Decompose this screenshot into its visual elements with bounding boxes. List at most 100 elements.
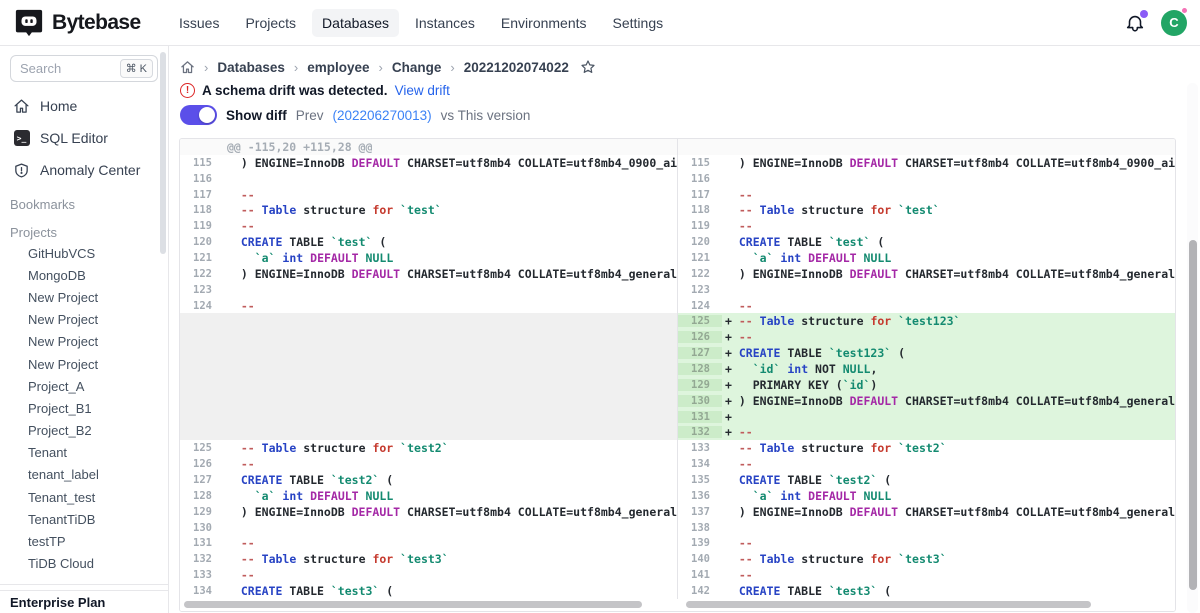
code-token: structure xyxy=(794,441,870,455)
sidebar-item-project[interactable]: New Project xyxy=(0,353,168,375)
code-line: CREATE TABLE `test2` ( xyxy=(224,473,677,487)
sidebar-item-project[interactable]: Project_A xyxy=(0,375,168,397)
code-token xyxy=(857,251,864,265)
bytebase-logo[interactable]: Bytebase xyxy=(0,8,163,38)
sidebar-item-project[interactable]: New Project xyxy=(0,331,168,353)
sidebar-item-sql-editor[interactable]: >_ SQL Editor xyxy=(0,122,168,154)
code-token xyxy=(227,251,255,265)
sidebar-item-project[interactable]: Tenant xyxy=(0,442,168,464)
drift-warning-icon: ! xyxy=(180,83,195,98)
code-token: Table xyxy=(262,203,297,217)
right-pane-hscroll-thumb[interactable] xyxy=(686,601,1092,608)
code-token: -- xyxy=(241,203,255,217)
diff-row: 116 xyxy=(180,171,677,187)
line-number: 125 xyxy=(180,442,224,454)
code-token: ( xyxy=(379,473,393,487)
code-token: `test2` xyxy=(400,441,448,455)
sidebar-item-project[interactable]: GitHubVCS xyxy=(0,242,168,264)
sidebar-item-anomaly-center[interactable]: Anomaly Center xyxy=(0,154,168,186)
star-icon[interactable] xyxy=(580,59,596,75)
breadcrumb-item[interactable]: 20221202074022 xyxy=(464,60,569,75)
sidebar-scrollbar-thumb[interactable] xyxy=(160,52,166,254)
diff-row: 115 ) ENGINE=InnoDB DEFAULT CHARSET=utf8… xyxy=(678,155,1175,171)
search-input[interactable] xyxy=(20,61,120,76)
sidebar-item-project[interactable]: Project_B1 xyxy=(0,397,168,419)
breadcrumb-home-icon[interactable] xyxy=(180,60,195,75)
code-token: ) ENGINE=InnoDB xyxy=(227,505,352,519)
vs-label: vs This version xyxy=(441,108,531,123)
sidebar-item-project[interactable]: Tenant_test xyxy=(0,486,168,508)
code-token: `a` xyxy=(753,251,774,265)
nav-item-instances[interactable]: Instances xyxy=(405,9,485,37)
sidebar-item-project[interactable]: testTP xyxy=(0,530,168,552)
page-scrollbar-thumb[interactable] xyxy=(1189,240,1197,590)
code-token: DEFAULT xyxy=(850,156,898,170)
code-token: CHARSET=utf8mb4 COLLATE=utf8mb4_0900_ai_… xyxy=(400,156,677,170)
code-token: Table xyxy=(262,441,297,455)
sidebar-item-home[interactable]: Home xyxy=(0,90,168,122)
line-number: 130 xyxy=(678,395,722,407)
avatar[interactable]: C xyxy=(1161,10,1187,36)
sidebar-section-projects[interactable]: Projects xyxy=(0,223,168,242)
nav-item-projects[interactable]: Projects xyxy=(235,9,306,37)
sidebar-item-project[interactable]: Project_B2 xyxy=(0,420,168,442)
nav-item-settings[interactable]: Settings xyxy=(603,9,674,37)
code-token: + ) ENGINE=InnoDB xyxy=(725,394,850,408)
breadcrumb-item[interactable]: employee xyxy=(307,60,369,75)
prev-version-link[interactable]: (202206270013) xyxy=(333,108,432,123)
sidebar-item-label: Home xyxy=(40,98,77,114)
view-drift-link[interactable]: View drift xyxy=(395,83,450,98)
code-token: Table xyxy=(262,552,297,566)
show-diff-toggle[interactable] xyxy=(180,105,217,125)
code-line: -- Table structure for `test3` xyxy=(722,552,1175,566)
diff-row: 136 `a` int DEFAULT NULL xyxy=(678,488,1175,504)
nav-item-databases[interactable]: Databases xyxy=(312,9,399,37)
code-token: -- xyxy=(739,552,753,566)
code-token: structure xyxy=(794,314,870,328)
code-token: `a` xyxy=(255,489,276,503)
sidebar-item-project[interactable]: MongoDB xyxy=(0,264,168,286)
hunk-header-row: @@ -115,20 +115,28 @@ xyxy=(180,139,677,155)
code-token xyxy=(227,299,241,313)
sidebar-section-bookmarks[interactable]: Bookmarks xyxy=(0,195,168,214)
code-token: CHARSET=utf8mb4 COLLATE=utf8mb4_general_… xyxy=(898,505,1175,519)
code-token xyxy=(725,219,739,233)
breadcrumb-item[interactable]: Change xyxy=(392,60,442,75)
sidebar-item-project[interactable]: TenantTiDB xyxy=(0,508,168,530)
prev-label: Prev xyxy=(296,108,324,123)
code-token: -- xyxy=(241,441,255,455)
diff-row: 138 xyxy=(678,520,1175,536)
line-number: 138 xyxy=(678,522,722,534)
breadcrumb-item[interactable]: Databases xyxy=(217,60,285,75)
line-number: 124 xyxy=(180,300,224,312)
code-token xyxy=(725,235,739,249)
line-number: 120 xyxy=(180,236,224,248)
sidebar-item-project[interactable]: TiDB Cloud xyxy=(0,553,168,575)
code-line: -- xyxy=(722,188,1175,202)
sidebar-item-project[interactable]: New Project xyxy=(0,309,168,331)
search-box[interactable]: ⌘ K xyxy=(10,55,158,82)
code-line: -- xyxy=(224,536,677,550)
code-token: TABLE xyxy=(780,235,828,249)
code-token: for xyxy=(372,552,393,566)
left-pane-hscroll-thumb[interactable] xyxy=(184,601,642,608)
code-line: + -- xyxy=(722,425,1175,439)
code-token: DEFAULT xyxy=(310,251,358,265)
toggle-knob xyxy=(199,107,215,123)
nav-item-environments[interactable]: Environments xyxy=(491,9,597,37)
code-token xyxy=(753,552,760,566)
sidebar-item-project[interactable]: tenant_label xyxy=(0,464,168,486)
sidebar-item-project[interactable]: New Project xyxy=(0,286,168,308)
code-line: CREATE TABLE `test` ( xyxy=(722,235,1175,249)
diff-row: 133 -- xyxy=(180,567,677,583)
code-token: DEFAULT xyxy=(850,394,898,408)
line-number: 131 xyxy=(678,411,722,423)
code-token xyxy=(255,203,262,217)
filler-row xyxy=(180,393,677,409)
diff-row: 137 ) ENGINE=InnoDB DEFAULT CHARSET=utf8… xyxy=(678,504,1175,520)
diff-row: 116 xyxy=(678,171,1175,187)
nav-item-issues[interactable]: Issues xyxy=(169,9,229,37)
code-line: `a` int DEFAULT NULL xyxy=(722,251,1175,265)
line-number: 133 xyxy=(678,442,722,454)
notification-bell-button[interactable] xyxy=(1124,12,1146,34)
